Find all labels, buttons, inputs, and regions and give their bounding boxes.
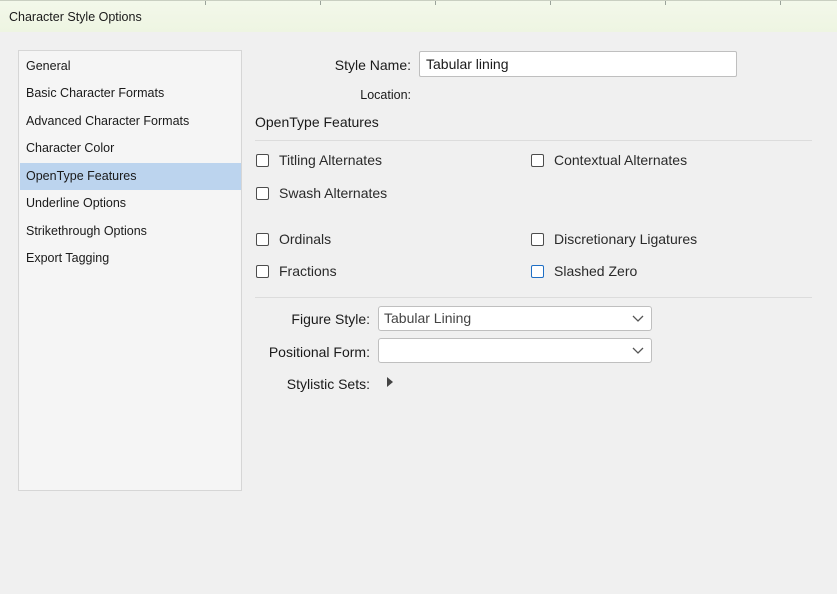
stylistic-sets-label: Stylistic Sets:: [286, 376, 370, 392]
tick-mark: [205, 1, 206, 5]
sidebar-item-general[interactable]: General: [20, 53, 241, 80]
tick-mark: [550, 1, 551, 5]
tick-mark: [665, 1, 666, 5]
tick-mark: [320, 1, 321, 5]
chevron-down-icon: [632, 315, 644, 322]
title-bar: Character Style Options: [0, 0, 837, 32]
sidebar-item-underline-options[interactable]: Underline Options: [20, 190, 241, 217]
figure-style-select[interactable]: Tabular Lining: [378, 306, 652, 331]
ordinals-checkbox[interactable]: Ordinals: [256, 231, 331, 247]
fractions-checkbox[interactable]: Fractions: [256, 263, 337, 279]
checkbox-label: Contextual Alternates: [554, 152, 688, 168]
checkbox-label: Slashed Zero: [554, 263, 638, 279]
sidebar-item-strikethrough-options[interactable]: Strikethrough Options: [20, 218, 241, 245]
checkbox-box[interactable]: [256, 232, 269, 246]
window-title: Character Style Options: [9, 10, 142, 24]
sidebar-item-advanced-character-formats[interactable]: Advanced Character Formats: [20, 108, 241, 135]
section-divider: [255, 140, 812, 141]
sidebar-item-character-color[interactable]: Character Color: [20, 135, 241, 162]
contextual-alternates-checkbox[interactable]: Contextual Alternates: [531, 152, 687, 168]
positional-form-select[interactable]: [378, 338, 652, 363]
chevron-down-icon: [632, 347, 644, 354]
checkbox-box[interactable]: [531, 153, 544, 167]
style-name-label: Style Name:: [334, 57, 411, 73]
slashed-zero-checkbox[interactable]: Slashed Zero: [531, 263, 637, 279]
tick-mark: [435, 1, 436, 5]
tick-mark: [780, 1, 781, 5]
swash-alternates-checkbox[interactable]: Swash Alternates: [256, 185, 387, 201]
checkbox-label: Swash Alternates: [279, 185, 388, 201]
sidebar-item-export-tagging[interactable]: Export Tagging: [20, 245, 241, 272]
section-divider: [255, 297, 812, 298]
checkbox-box[interactable]: [256, 186, 269, 200]
checkbox-box[interactable]: [531, 264, 544, 278]
style-name-value: Tabular lining: [426, 56, 509, 72]
checkbox-box[interactable]: [256, 264, 269, 278]
figure-style-value: Tabular Lining: [384, 310, 472, 326]
checkbox-label: Fractions: [279, 263, 337, 279]
style-name-input[interactable]: Tabular lining: [419, 51, 737, 77]
location-label: Location:: [360, 88, 411, 102]
triangle-right-icon[interactable]: [387, 377, 393, 387]
checkbox-label: Discretionary Ligatures: [554, 231, 698, 247]
category-list[interactable]: General Basic Character Formats Advanced…: [18, 50, 242, 491]
section-title: OpenType Features: [255, 114, 379, 130]
checkbox-label: Titling Alternates: [279, 152, 382, 168]
checkbox-box[interactable]: [256, 153, 269, 167]
checkbox-label: Ordinals: [279, 231, 332, 247]
titling-alternates-checkbox[interactable]: Titling Alternates: [256, 152, 382, 168]
sidebar-item-opentype-features[interactable]: OpenType Features: [20, 163, 241, 190]
discretionary-ligatures-checkbox[interactable]: Discretionary Ligatures: [531, 231, 697, 247]
sidebar-item-basic-character-formats[interactable]: Basic Character Formats: [20, 80, 241, 107]
checkbox-box[interactable]: [531, 232, 544, 246]
figure-style-label: Figure Style:: [291, 311, 370, 327]
positional-form-label: Positional Form:: [268, 344, 370, 360]
